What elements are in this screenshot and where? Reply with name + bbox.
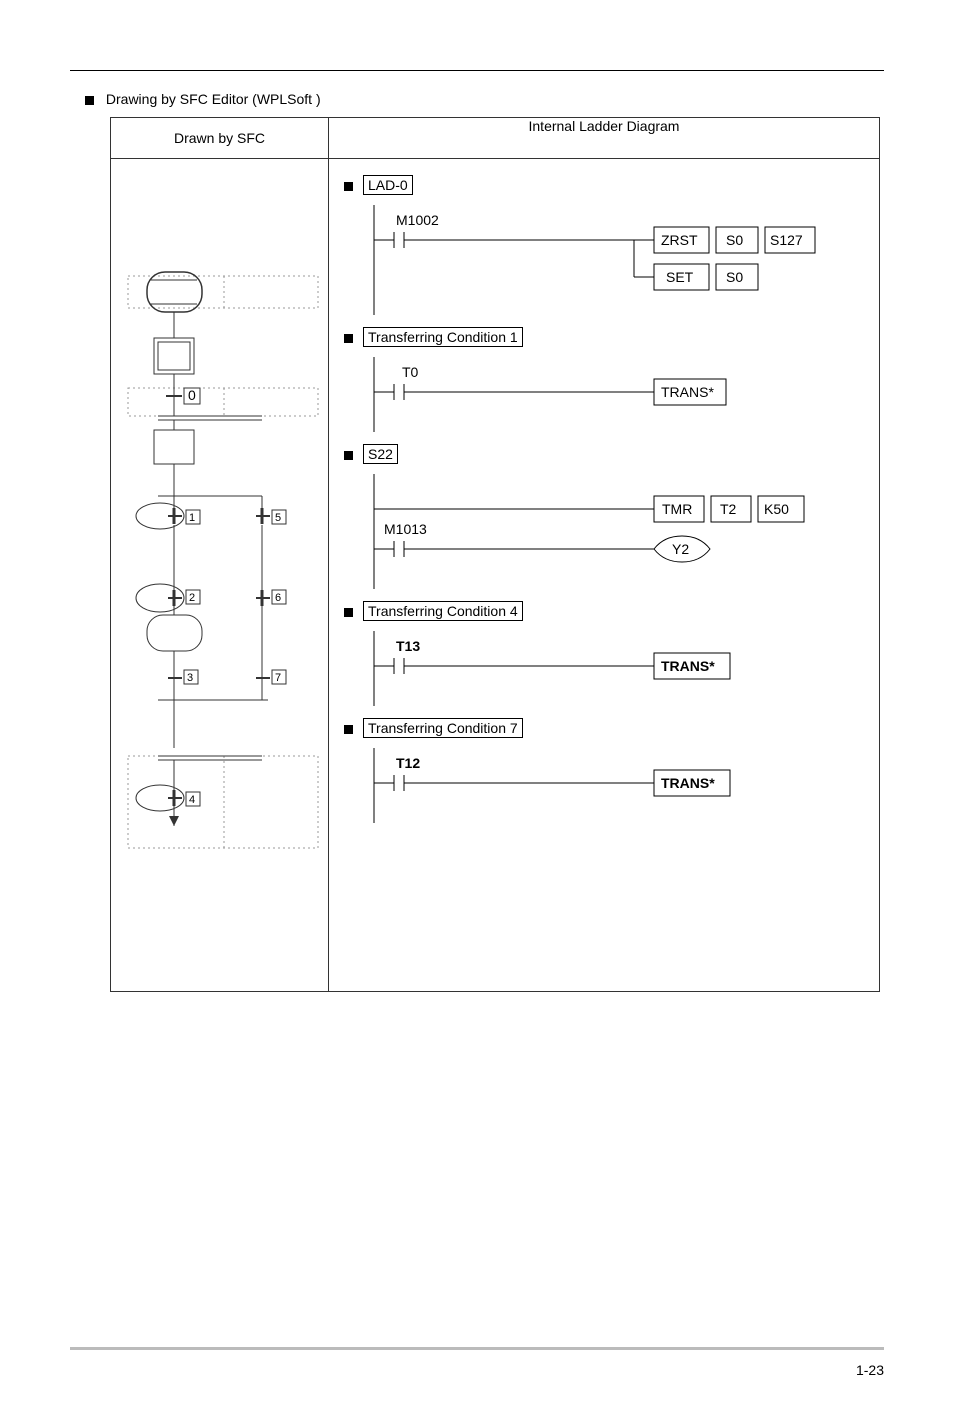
col1-header: Drawn by SFC bbox=[111, 118, 329, 159]
sec1-out1a: ZRST bbox=[661, 232, 698, 248]
sec1-rung: M1002 ZRST S0 S127 bbox=[364, 205, 864, 315]
sec5-contact: T12 bbox=[396, 755, 420, 771]
sec4-out: TRANS* bbox=[661, 658, 715, 674]
sec3-out1b: T2 bbox=[720, 501, 737, 517]
heading-text: Drawing by SFC Editor (WPLSoft ) bbox=[106, 91, 321, 107]
bullet-icon bbox=[344, 725, 353, 734]
sec5-out: TRANS* bbox=[661, 775, 715, 791]
sec5-title: Transferring Condition 7 bbox=[363, 718, 523, 738]
main-table: Drawn by SFC Internal Ladder Diagram bbox=[110, 117, 880, 992]
trans-label-1: 1 bbox=[189, 512, 195, 524]
col2-header: Internal Ladder Diagram bbox=[329, 118, 880, 159]
sec1-header: LAD-0 bbox=[344, 177, 864, 193]
sec4-rung: T13 TRANS* bbox=[364, 631, 864, 706]
trans-label-5: 5 bbox=[275, 512, 281, 524]
sec5-header: Transferring Condition 7 bbox=[344, 720, 864, 736]
sec1-title: LAD-0 bbox=[363, 175, 413, 195]
trans-label-6: 6 bbox=[275, 592, 281, 604]
sec1-out1c: S127 bbox=[770, 232, 803, 248]
sec3-header: S22 bbox=[344, 446, 864, 462]
sec3-out1a: TMR bbox=[662, 501, 692, 517]
sec3-title: S22 bbox=[363, 444, 398, 464]
sec1-out2b: S0 bbox=[726, 269, 743, 285]
sec4-header: Transferring Condition 4 bbox=[344, 603, 864, 619]
bullet-icon bbox=[344, 451, 353, 460]
trans-label-0: 0 bbox=[188, 387, 196, 403]
sec4-title: Transferring Condition 4 bbox=[363, 601, 523, 621]
sec2-header: Transferring Condition 1 bbox=[344, 329, 864, 345]
sec3-coil: Y2 bbox=[672, 541, 689, 557]
page-number: 1-23 bbox=[856, 1362, 884, 1378]
section-heading: Drawing by SFC Editor (WPLSoft ) bbox=[85, 91, 954, 107]
bullet-icon bbox=[344, 334, 353, 343]
sec3-out1c: K50 bbox=[764, 501, 789, 517]
sec2-title: Transferring Condition 1 bbox=[363, 327, 523, 347]
trans-label-3: 3 bbox=[187, 672, 193, 684]
sec1-contact: M1002 bbox=[396, 212, 439, 228]
bullet-icon bbox=[344, 608, 353, 617]
sec4-contact: T13 bbox=[396, 638, 420, 654]
bullet-icon bbox=[344, 182, 353, 191]
trans-label-2: 2 bbox=[189, 592, 195, 604]
trans-label-7: 7 bbox=[275, 672, 281, 684]
trans-label-4: 4 bbox=[189, 794, 195, 806]
sec2-out: TRANS* bbox=[661, 384, 714, 400]
top-rule bbox=[70, 70, 884, 71]
ladder-cell: LAD-0 M1002 ZRST S0 bbox=[329, 159, 880, 992]
sec3-rung: TMR T2 K50 M1013 Y2 bbox=[364, 474, 864, 589]
sec5-rung: T12 TRANS* bbox=[364, 748, 864, 823]
bullet-icon bbox=[85, 96, 94, 105]
sfc-diagram: 0 1 bbox=[112, 160, 337, 990]
sec2-contact: T0 bbox=[402, 364, 419, 380]
sec1-out2a: SET bbox=[666, 269, 694, 285]
sec3-contact: M1013 bbox=[384, 521, 427, 537]
sec1-out1b: S0 bbox=[726, 232, 743, 248]
sfc-cell: 0 1 bbox=[111, 159, 329, 992]
sec2-rung: T0 TRANS* bbox=[364, 357, 864, 432]
